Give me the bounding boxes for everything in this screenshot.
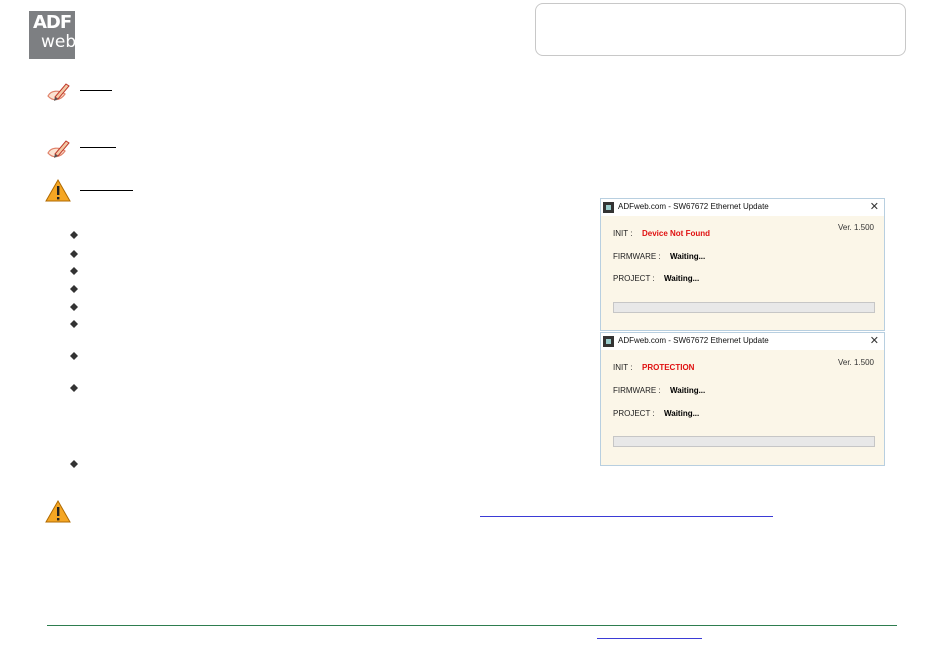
progress-bar <box>613 302 875 313</box>
warning-heading-underline <box>80 190 133 191</box>
bullet-icon <box>70 460 78 468</box>
version-label: Ver. 1.500 <box>837 358 874 367</box>
bullet-icon <box>70 285 78 293</box>
warning-triangle-icon <box>45 499 71 523</box>
footer-link[interactable] <box>597 638 702 639</box>
pencil-note-icon <box>47 83 70 101</box>
project-label: PROJECT : <box>613 274 655 283</box>
init-label: INIT : <box>613 229 633 238</box>
note-heading-underline <box>80 90 112 91</box>
dialog-title: ADFweb.com - SW67672 Ethernet Update <box>618 336 769 345</box>
logo-text-bottom: web <box>41 32 77 52</box>
version-label: Ver. 1.500 <box>837 223 874 232</box>
bullet-icon <box>70 250 78 258</box>
update-dialog-protection: ADFweb.com - SW67672 Ethernet Update ✕ V… <box>600 332 885 466</box>
firmware-label: FIRMWARE : <box>613 252 661 261</box>
bullet-icon <box>70 231 78 239</box>
bullet-icon <box>70 303 78 311</box>
firmware-status: Waiting... <box>670 386 706 395</box>
note-heading-underline <box>80 147 116 148</box>
dialog-titlebar: ADFweb.com - SW67672 Ethernet Update ✕ <box>601 199 884 216</box>
bullet-icon <box>70 267 78 275</box>
init-status: Device Not Found <box>642 229 711 238</box>
firmware-status: Waiting... <box>670 252 706 261</box>
logo-text-top: ADF <box>33 12 72 33</box>
close-icon[interactable]: ✕ <box>870 200 879 213</box>
footer-divider <box>47 625 897 626</box>
init-status: PROTECTION <box>642 363 695 372</box>
project-status: Waiting... <box>664 409 700 418</box>
warning-triangle-icon <box>45 178 71 202</box>
bullet-icon <box>70 384 78 392</box>
project-status: Waiting... <box>664 274 700 283</box>
support-link[interactable] <box>480 516 773 517</box>
project-label: PROJECT : <box>613 409 655 418</box>
app-icon <box>603 336 614 347</box>
adfweb-logo: ADF web <box>29 11 77 59</box>
progress-bar <box>613 436 875 447</box>
update-dialog-device-not-found: ADFweb.com - SW67672 Ethernet Update ✕ V… <box>600 198 885 331</box>
dialog-titlebar: ADFweb.com - SW67672 Ethernet Update ✕ <box>601 333 884 350</box>
header-info-box <box>535 3 906 56</box>
pencil-note-icon <box>47 140 70 158</box>
init-label: INIT : <box>613 363 633 372</box>
bullet-icon <box>70 320 78 328</box>
app-icon <box>603 202 614 213</box>
firmware-label: FIRMWARE : <box>613 386 661 395</box>
dialog-title: ADFweb.com - SW67672 Ethernet Update <box>618 202 769 211</box>
close-icon[interactable]: ✕ <box>870 334 879 347</box>
bullet-icon <box>70 352 78 360</box>
